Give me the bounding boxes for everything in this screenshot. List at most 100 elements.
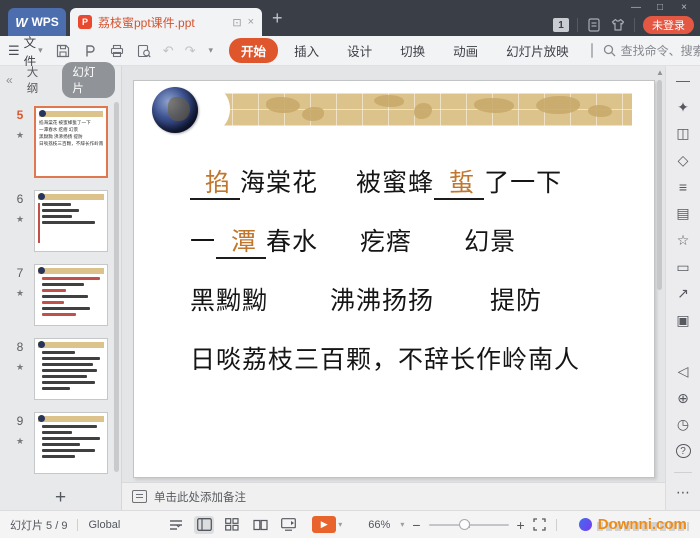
skin-theme-icon[interactable] bbox=[610, 17, 626, 33]
command-search[interactable]: 查找命令、搜索模板 bbox=[603, 42, 700, 59]
thumbnail-banner bbox=[39, 111, 103, 117]
slideshow-play-button[interactable]: ▶ bbox=[312, 516, 336, 533]
slide-text-line-1: 掐海棠花被蜜蜂蜇了一下 bbox=[190, 163, 634, 199]
redo-icon[interactable]: ↷ bbox=[185, 43, 196, 59]
favorites-icon[interactable]: ☆ bbox=[673, 231, 693, 250]
print-icon[interactable] bbox=[109, 43, 125, 59]
thumbnail-scrollbar[interactable] bbox=[114, 102, 119, 472]
save-icon[interactable] bbox=[55, 43, 71, 59]
history-icon[interactable]: ◷ bbox=[673, 416, 693, 435]
picture-icon[interactable]: ▣ bbox=[673, 311, 693, 330]
menu-tab-开始[interactable]: 开始 bbox=[229, 38, 278, 63]
slide-thumbnail-9[interactable] bbox=[34, 412, 108, 474]
undo-icon[interactable]: ↶ bbox=[163, 43, 174, 59]
tab-close-icon[interactable]: × bbox=[248, 16, 254, 28]
thumbnail-meta: 8★ bbox=[6, 338, 34, 400]
add-slide-button[interactable]: + bbox=[0, 486, 121, 510]
thumbnail-banner bbox=[38, 194, 104, 200]
scroll-up-icon[interactable]: ▲ bbox=[656, 68, 663, 78]
new-tab-button[interactable]: + bbox=[272, 6, 283, 30]
zoom-value[interactable]: 66% bbox=[368, 519, 390, 531]
slide-thumbnail-5[interactable]: 掐海棠花 被蜜蜂蜇了一下一潭春水 疙瘩 幻景黑黝黝 沸沸扬扬 提防日啖荔枝三百颗… bbox=[34, 106, 108, 178]
menu-tab-插入[interactable]: 插入 bbox=[282, 38, 331, 63]
member-icon[interactable]: ⊕ bbox=[673, 389, 693, 408]
more-icon[interactable]: ⋯ bbox=[673, 483, 693, 502]
export-pdf-icon[interactable] bbox=[82, 43, 98, 59]
message-count-badge[interactable]: 1 bbox=[553, 18, 569, 32]
maximize-button[interactable]: □ bbox=[648, 0, 672, 15]
close-button[interactable]: × bbox=[672, 0, 696, 15]
statusbar: 幻灯片 5 / 9 Global ▶ ▾ 66% ▾ − bbox=[0, 510, 700, 538]
tab-outline[interactable]: 大纲 bbox=[27, 64, 49, 96]
zoom-dropdown-icon[interactable]: ▾ bbox=[400, 520, 404, 529]
window-controls: — □ × bbox=[624, 0, 696, 15]
quick-access-dropdown-icon[interactable]: ▾ bbox=[209, 45, 214, 56]
thumb-vertical-title bbox=[38, 203, 40, 243]
slide-thumbnail-7[interactable] bbox=[34, 264, 108, 326]
slide-scrollbar[interactable]: ▲ bbox=[656, 68, 663, 480]
language-indicator[interactable]: Global bbox=[88, 519, 120, 531]
wps-label: WPS bbox=[31, 15, 58, 29]
slide-text: 日啖荔枝三百颗，不辞长作岭南人 bbox=[190, 347, 580, 374]
thumb-text-line bbox=[42, 369, 97, 372]
slide-canvas[interactable]: 掐海棠花被蜜蜂蜇了一下一潭春水疙瘩幻景黑黝黝沸沸扬扬提防日啖荔枝三百颗，不辞长作… bbox=[133, 80, 655, 478]
reading-view-icon[interactable] bbox=[250, 516, 270, 534]
tab-slides[interactable]: 幻灯片 bbox=[62, 62, 115, 98]
share-icon[interactable]: ↗ bbox=[673, 285, 693, 304]
zoom-slider[interactable] bbox=[429, 524, 509, 526]
image-tools-icon[interactable]: ▤ bbox=[673, 204, 693, 223]
notes-toggle-icon[interactable] bbox=[166, 516, 186, 534]
thumb-text-line bbox=[42, 387, 70, 390]
slide-thumbnail-row: 9★ bbox=[6, 412, 121, 474]
thumb-text-line bbox=[42, 437, 100, 440]
smart-beautify-icon[interactable]: ✦ bbox=[673, 98, 693, 117]
zoom-slider-handle[interactable] bbox=[459, 519, 470, 530]
slide-thumbnail-8[interactable] bbox=[34, 338, 108, 400]
slide-text: 被蜜蜂 bbox=[356, 170, 434, 197]
shapes-icon[interactable]: ◇ bbox=[673, 151, 693, 170]
slide-thumbnail-6[interactable] bbox=[34, 190, 108, 252]
play-options-icon[interactable]: ▾ bbox=[338, 520, 342, 529]
titlebar-right-group: 1 未登录 bbox=[553, 15, 694, 35]
menu-tab-设计[interactable]: 设计 bbox=[335, 38, 384, 63]
object-adjust-icon[interactable]: ≡ bbox=[673, 178, 693, 197]
tab-pin-icon[interactable]: ⊡ bbox=[232, 16, 241, 29]
chevron-down-icon[interactable]: ▾ bbox=[38, 45, 43, 56]
login-status-button[interactable]: 未登录 bbox=[643, 16, 694, 34]
notes-bar[interactable]: 单击此处添加备注 bbox=[122, 482, 665, 510]
thumb-text-line bbox=[42, 443, 80, 446]
thumb-text-line bbox=[42, 301, 64, 304]
slide-counter: 幻灯片 5 / 9 bbox=[10, 517, 67, 533]
menu-tab-幻灯片放映[interactable]: 幻灯片放映 bbox=[494, 38, 581, 63]
audio-icon[interactable]: ◁ bbox=[673, 362, 693, 381]
hamburger-menu-icon[interactable]: ☰ bbox=[8, 43, 20, 59]
document-assistant-icon[interactable] bbox=[586, 17, 602, 33]
print-preview-icon[interactable] bbox=[136, 43, 152, 59]
wps-home-button[interactable]: W WPS bbox=[8, 8, 66, 36]
scrollbar-thumb[interactable] bbox=[657, 80, 662, 290]
rail-collapse-handle[interactable]: — bbox=[673, 71, 693, 90]
document-tab[interactable]: P 荔枝蜜ppt课件.ppt ⊡ × bbox=[70, 8, 262, 36]
fit-to-window-icon[interactable] bbox=[533, 518, 546, 531]
slide-layout-icon[interactable]: ◫ bbox=[673, 124, 693, 143]
thumb-text-line bbox=[42, 209, 79, 212]
quick-access-toolbar: ↶ ↷ ▾ bbox=[55, 43, 219, 59]
slide-sorter-icon[interactable] bbox=[222, 516, 242, 534]
divider bbox=[577, 18, 578, 32]
thumb-text-line bbox=[42, 307, 90, 310]
panel-collapse-icon[interactable]: « bbox=[6, 73, 13, 87]
titlebar: W WPS P 荔枝蜜ppt课件.ppt ⊡ × + — □ × 1 未登录 bbox=[0, 0, 700, 36]
comment-icon[interactable]: ▭ bbox=[673, 258, 693, 277]
thumb-text-line bbox=[42, 431, 72, 434]
projection-icon[interactable] bbox=[278, 516, 298, 534]
zoom-out-button[interactable]: − bbox=[412, 517, 420, 533]
normal-view-icon[interactable] bbox=[194, 516, 214, 534]
minimize-button[interactable]: — bbox=[624, 0, 648, 15]
menu-tab-切换[interactable]: 切换 bbox=[388, 38, 437, 63]
help-icon[interactable]: ? bbox=[676, 444, 691, 458]
menu-tab-动画[interactable]: 动画 bbox=[441, 38, 490, 63]
zoom-in-button[interactable]: + bbox=[517, 517, 525, 533]
thumb-text-line bbox=[42, 425, 97, 428]
ribbon-extra-icon[interactable] bbox=[591, 43, 593, 58]
slide-text-block[interactable]: 掐海棠花被蜜蜂蜇了一下一潭春水疙瘩幻景黑黝黝沸沸扬扬提防日啖荔枝三百颗，不辞长作… bbox=[190, 163, 634, 399]
